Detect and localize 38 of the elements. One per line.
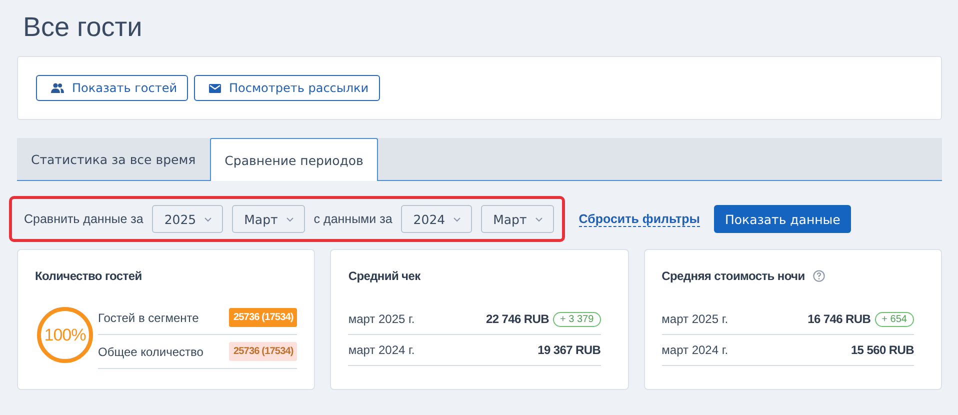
page-title: Все гости (22, 11, 144, 44)
amount-value: 16 746 RUB (808, 312, 871, 326)
card-title: Количество гостей (35, 268, 143, 285)
delta-badge: + 3 379 (553, 312, 601, 326)
delta-badge: + 654 (874, 312, 914, 326)
period-label: март 2025 г. (348, 312, 416, 326)
action-button[interactable]: Посмотреть рассылки (194, 75, 380, 101)
dropdown[interactable]: 2024 (401, 205, 472, 233)
chevron-icon (204, 216, 212, 222)
card-title: Средняя стоимость ночи (662, 269, 805, 283)
row-label: Гостей в сегменте (98, 310, 199, 324)
progress-ring (35, 305, 95, 365)
card-title: Средний чек (348, 269, 420, 283)
period-label: март 2024 г. (348, 343, 416, 357)
people-icon (51, 83, 64, 93)
tab[interactable]: Сравнение периодов (210, 138, 378, 181)
tab[interactable]: Статистика за все время (17, 138, 210, 180)
filter-label: Сравнить данные за (24, 212, 144, 226)
chevron-icon (286, 216, 294, 222)
count-badge: 25736 (17534) (229, 342, 298, 361)
mail-icon (209, 84, 221, 92)
period-label: март 2024 г. (662, 343, 730, 357)
reset-link[interactable]: Сбросить фильтры (578, 212, 700, 226)
amount-value: 22 746 RUB (486, 312, 549, 326)
filter-label: с данными за (314, 212, 392, 226)
dropdown[interactable]: Март (481, 205, 554, 233)
period-label: март 2025 г. (662, 312, 730, 326)
show-data-button[interactable]: Показать данные (714, 205, 852, 233)
count-badge: 25736 (17534) (229, 308, 298, 327)
row-label: Общее количество (98, 344, 204, 358)
action-button[interactable]: Показать гостей (36, 75, 188, 101)
dropdown[interactable]: 2025 (152, 205, 224, 233)
amount-value: 15 560 RUB (850, 343, 914, 357)
chevron-icon (534, 216, 543, 222)
dropdown[interactable]: Март (232, 205, 305, 233)
amount-value: 19 367 RUB (538, 343, 601, 357)
chevron-icon (453, 216, 462, 222)
percent-value: 100% (44, 326, 86, 344)
